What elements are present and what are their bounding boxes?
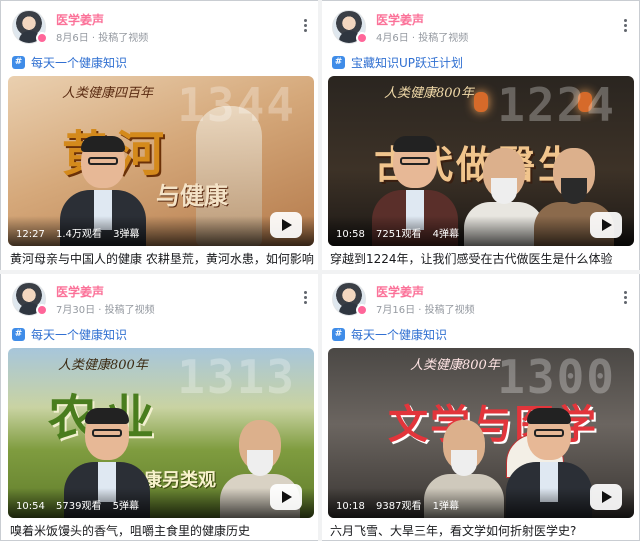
- post-action: 投稿了视频: [104, 305, 155, 316]
- video-title[interactable]: 穿越到1224年，让我们感受在古代做医生是什么体验: [330, 250, 634, 267]
- video-stats: 10:54 5739观看 5弹幕: [16, 497, 147, 512]
- more-vertical-icon[interactable]: [302, 18, 308, 34]
- view-count: 1.4万观看: [56, 229, 102, 240]
- post-action: 投稿了视频: [418, 33, 469, 44]
- thumbnail-subheadline: 与健康: [156, 181, 228, 210]
- post-date: 4月6日: [376, 33, 409, 44]
- more-vertical-icon[interactable]: [622, 290, 628, 306]
- topic-label: 每天一个健康知识: [31, 327, 128, 342]
- year-badge: 1224: [497, 78, 616, 132]
- row-divider: [0, 270, 640, 274]
- post-meta: 8月6日 · 投稿了视频: [56, 33, 149, 44]
- video-card[interactable]: 医学姜声 8月6日 · 投稿了视频 # 每天一个健康知识 1344 人类健康四百…: [8, 6, 316, 268]
- danmaku-count: 3弹幕: [113, 229, 140, 240]
- topic-label: 每天一个健康知识: [31, 55, 128, 70]
- author-row: 医学姜声 8月6日 · 投稿了视频: [12, 10, 312, 46]
- hash-icon: #: [332, 55, 345, 69]
- video-title[interactable]: 嗅着米饭馒头的香气，咀嚼主食里的健康历史: [10, 522, 314, 539]
- video-stats: 10:18 9387观看 1弹幕: [336, 497, 467, 512]
- video-title[interactable]: 黄河母亲与中国人的健康 农耕垦荒，黄河水患，如何影响中...: [10, 250, 314, 267]
- verified-badge-icon: [36, 32, 48, 44]
- topic-label: 每天一个健康知识: [351, 327, 448, 342]
- danmaku-count: 5弹幕: [112, 501, 140, 512]
- more-vertical-icon[interactable]: [302, 290, 308, 306]
- lantern-decoration: [474, 92, 488, 112]
- duration: 10:58: [336, 229, 365, 240]
- year-badge: 1344: [177, 78, 296, 132]
- post-action: 投稿了视频: [98, 33, 149, 44]
- view-count: 5739观看: [56, 501, 102, 512]
- view-count: 9387观看: [376, 501, 422, 512]
- play-icon[interactable]: [270, 212, 302, 238]
- author-name[interactable]: 医学姜声: [56, 11, 104, 28]
- post-meta: 7月30日 · 投稿了视频: [56, 305, 155, 316]
- danmaku-count: 4弹幕: [432, 229, 460, 240]
- hash-icon: #: [332, 327, 345, 341]
- view-count: 7251观看: [376, 229, 422, 240]
- year-badge: 1313: [177, 350, 296, 404]
- post-meta: 4月6日 · 投稿了视频: [376, 33, 469, 44]
- post-date: 7月30日: [56, 305, 96, 316]
- video-thumbnail[interactable]: 1224 人类健康800年 古代做醫生 10:58 7251观看 4弹幕: [328, 76, 634, 246]
- series-label: 人类健康四百年: [62, 86, 154, 101]
- topic-tag[interactable]: # 每天一个健康知识: [12, 54, 127, 70]
- author-row: 医学姜声 7月16日 · 投稿了视频: [332, 282, 632, 318]
- author-name[interactable]: 医学姜声: [376, 11, 424, 28]
- video-stats: 12:27 1.4万观看 3弹幕: [16, 225, 147, 240]
- post-action: 投稿了视频: [424, 305, 475, 316]
- video-thumbnail[interactable]: 1344 人类健康四百年 黄河 与健康 12:27 1.4万观看 3弹幕: [8, 76, 314, 246]
- video-card[interactable]: 医学姜声 7月30日 · 投稿了视频 # 每天一个健康知识 1313 人类健康8…: [8, 278, 316, 540]
- video-stats: 10:58 7251观看 4弹幕: [336, 225, 467, 240]
- post-date: 8月6日: [56, 33, 89, 44]
- author-name[interactable]: 医学姜声: [376, 283, 424, 300]
- author-row: 医学姜声 4月6日 · 投稿了视频: [332, 10, 632, 46]
- play-icon[interactable]: [270, 484, 302, 510]
- verified-badge-icon: [356, 32, 368, 44]
- play-icon[interactable]: [590, 484, 622, 510]
- video-thumbnail[interactable]: 1313 人类健康800年 农业 健康另类观 10:54 5739观看 5弹幕: [8, 348, 314, 518]
- topic-tag[interactable]: # 每天一个健康知识: [332, 326, 447, 342]
- video-card[interactable]: 医学姜声 4月6日 · 投稿了视频 # 宝藏知识UP跃迁计划 1224 人类健康…: [328, 6, 636, 268]
- video-thumbnail[interactable]: 1300 人类健康800年 文学与医学 10:18 9387观看 1弹幕: [328, 348, 634, 518]
- topic-tag[interactable]: # 每天一个健康知识: [12, 326, 127, 342]
- more-vertical-icon[interactable]: [622, 18, 628, 34]
- verified-badge-icon: [36, 304, 48, 316]
- author-row: 医学姜声 7月30日 · 投稿了视频: [12, 282, 312, 318]
- hash-icon: #: [12, 327, 25, 341]
- video-title[interactable]: 六月飞雪、大旱三年，看文学如何折射医学史?: [330, 522, 634, 539]
- verified-badge-icon: [356, 304, 368, 316]
- duration: 10:18: [336, 501, 365, 512]
- video-card[interactable]: 医学姜声 7月16日 · 投稿了视频 # 每天一个健康知识 1300 人类健康8…: [328, 278, 636, 540]
- topic-label: 宝藏知识UP跃迁计划: [351, 55, 464, 70]
- series-label: 人类健康800年: [58, 358, 148, 373]
- duration: 12:27: [16, 229, 45, 240]
- play-icon[interactable]: [590, 212, 622, 238]
- topic-tag[interactable]: # 宝藏知识UP跃迁计划: [332, 54, 463, 70]
- post-date: 7月16日: [376, 305, 416, 316]
- series-label: 人类健康800年: [384, 86, 474, 101]
- duration: 10:54: [16, 501, 45, 512]
- series-label: 人类健康800年: [410, 358, 500, 373]
- author-name[interactable]: 医学姜声: [56, 283, 104, 300]
- danmaku-count: 1弹幕: [432, 501, 460, 512]
- hash-icon: #: [12, 55, 25, 69]
- post-meta: 7月16日 · 投稿了视频: [376, 305, 475, 316]
